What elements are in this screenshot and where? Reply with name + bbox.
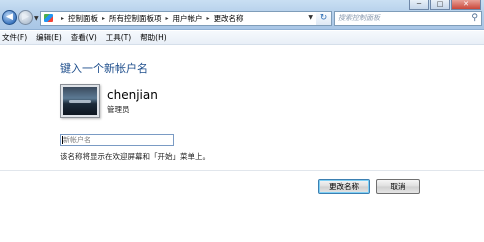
breadcrumb-separator-icon[interactable]: ▸ [102,15,105,22]
menu-help[interactable]: 帮助(H) [140,32,167,43]
breadcrumb-item-all-items[interactable]: 所有控制面板项 [109,13,162,24]
breadcrumb-item-user-accounts[interactable]: 用户帐户 [173,13,203,24]
maximize-button[interactable]: □ [430,0,450,10]
new-account-name-input[interactable] [60,134,174,146]
menu-view[interactable]: 查看(V) [71,32,97,43]
hint-text: 该名称将显示在欢迎屏幕和「开始」菜单上。 [60,152,210,161]
user-picture [63,87,97,115]
address-dropdown-icon[interactable]: ▼ [308,14,313,21]
cancel-button[interactable]: 取消 [376,179,420,194]
breadcrumb-item-change-name[interactable]: 更改名称 [214,13,244,24]
menu-edit[interactable]: 编辑(E) [36,32,62,43]
search-placeholder: 搜索控制面板 [338,14,380,22]
window-controls: ─ □ ✕ [409,0,481,10]
forward-button[interactable]: ▶ [18,10,33,25]
page-title: 键入一个新帐户名 [60,62,148,75]
menu-tools[interactable]: 工具(T) [106,32,131,43]
breadcrumb: ▸ 控制面板 ▸ 所有控制面板项 ▸ 用户帐户 ▸ 更改名称 [57,13,244,24]
text-caret [62,136,63,144]
breadcrumb-item-control-panel[interactable]: 控制面板 [68,13,98,24]
back-button[interactable]: ◀ [2,10,17,25]
avatar [60,84,100,118]
breadcrumb-separator-icon[interactable]: ▸ [166,15,169,22]
user-role: 管理员 [107,105,130,114]
breadcrumb-separator-icon[interactable]: ▸ [207,15,210,22]
close-button[interactable]: ✕ [451,0,481,10]
breadcrumb-separator-icon[interactable]: ▸ [61,15,64,22]
menu-file[interactable]: 文件(F) [2,32,27,43]
control-panel-icon [43,13,55,24]
recent-pages-dropdown-icon[interactable]: ▼ [34,15,39,22]
divider [0,170,484,171]
minimize-button[interactable]: ─ [409,0,429,10]
menu-bar: 文件(F) 编辑(E) 查看(V) 工具(T) 帮助(H) [0,31,484,45]
search-icon[interactable]: ⚲ [471,12,478,25]
address-bar[interactable]: ▸ 控制面板 ▸ 所有控制面板项 ▸ 用户帐户 ▸ 更改名称 ▼ [40,11,318,26]
change-name-button[interactable]: 更改名称 [318,179,370,194]
refresh-button[interactable]: ↻ [316,11,332,26]
title-bar: ─ □ ✕ ◀ ▶ ▼ ▸ 控制面板 ▸ 所有控制面板项 ▸ 用户帐户 ▸ 更改… [0,0,484,30]
search-input[interactable]: 搜索控制面板 ⚲ [334,11,482,26]
user-name: chenjian [107,88,158,102]
